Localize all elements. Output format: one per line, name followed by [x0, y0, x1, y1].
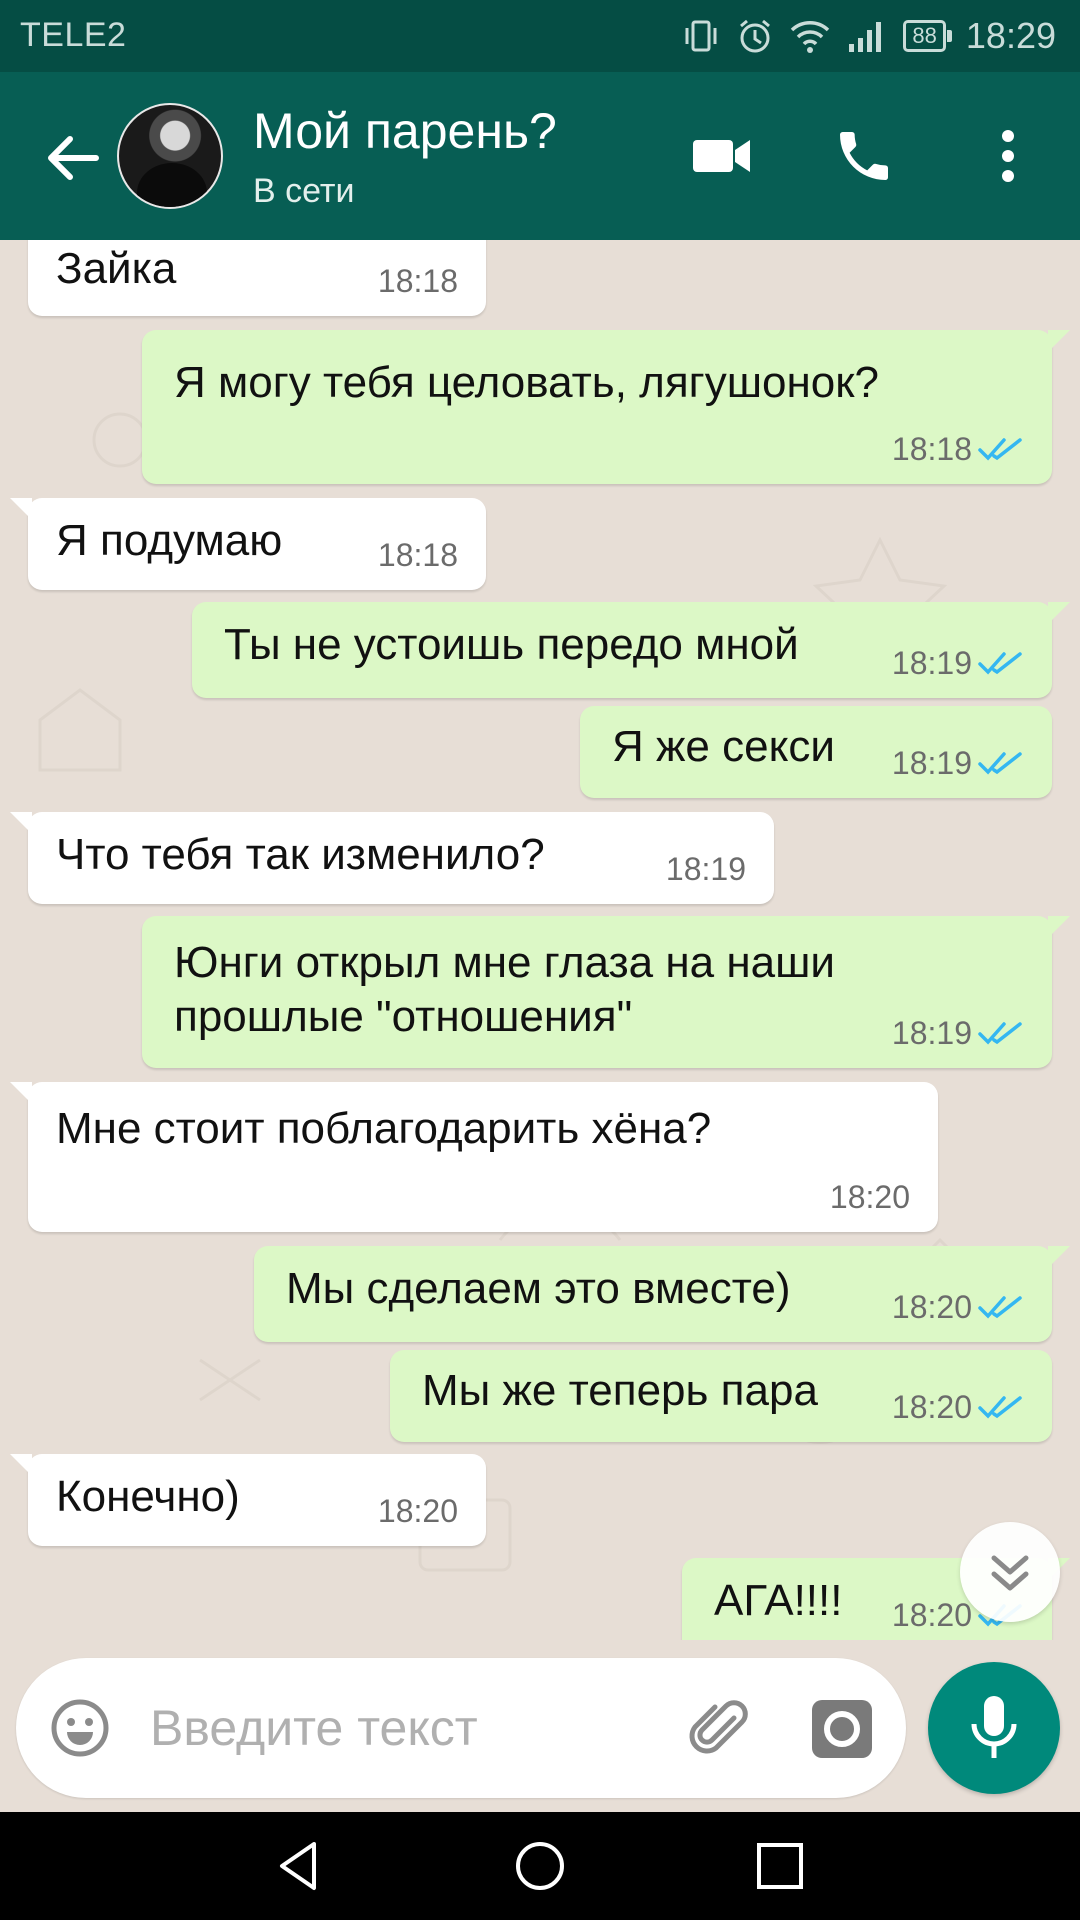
- message-incoming[interactable]: Что тебя так изменило? 18:19: [10, 812, 774, 904]
- scroll-to-bottom-button[interactable]: [960, 1522, 1060, 1622]
- read-ticks-icon: [978, 752, 1022, 775]
- message-meta: 18:18: [378, 254, 458, 308]
- video-call-icon[interactable]: [690, 126, 754, 186]
- message-text: Что тебя так изменило?: [56, 830, 545, 879]
- message-time: 18:20: [891, 1389, 972, 1425]
- message-incoming[interactable]: Я подумаю 18:18: [10, 498, 486, 590]
- wifi-icon: [791, 21, 830, 53]
- avatar[interactable]: [117, 103, 223, 209]
- message-meta: 18:19: [666, 842, 746, 896]
- message-meta: 18:18: [892, 422, 1024, 476]
- carrier-label: TELE2: [20, 16, 127, 54]
- voice-call-icon[interactable]: [832, 124, 896, 188]
- message-time: 18:18: [377, 537, 458, 573]
- message-meta: 18:20: [892, 1380, 1024, 1434]
- message-meta: 18:18: [378, 528, 458, 582]
- battery-icon: 88: [903, 20, 952, 52]
- message-text: Я подумаю: [56, 516, 283, 565]
- arrow-left-icon[interactable]: [40, 126, 104, 190]
- message-text: Ты не устоишь передо мной: [224, 620, 799, 669]
- signal-icon: [849, 22, 882, 52]
- message-outgoing[interactable]: Я же секси 18:19: [580, 706, 1052, 798]
- read-ticks-icon: [978, 1022, 1022, 1045]
- message-time: 18:20: [891, 1289, 972, 1325]
- message-text: Мы сделаем это вместе): [286, 1264, 791, 1313]
- message-meta: 18:20: [830, 1170, 910, 1224]
- read-ticks-icon: [978, 1296, 1022, 1319]
- message-text: Я же секси: [612, 722, 835, 771]
- message-input[interactable]: [150, 1688, 670, 1768]
- emoji-icon[interactable]: [50, 1698, 110, 1758]
- read-ticks-icon: [978, 438, 1022, 461]
- read-ticks-icon: [978, 652, 1022, 675]
- message-time: 18:19: [891, 745, 972, 781]
- message-outgoing[interactable]: Мы сделаем это вместе) 18:20: [254, 1246, 1070, 1342]
- message-time: 18:19: [891, 1015, 972, 1051]
- message-text: Зайка: [56, 244, 177, 293]
- mic-icon: [971, 1696, 1017, 1758]
- message-incoming[interactable]: Конечно) 18:20: [10, 1454, 486, 1546]
- message-meta: 18:19: [892, 1006, 1024, 1060]
- message-time: 18:18: [891, 431, 972, 467]
- message-outgoing[interactable]: Мы же теперь пара 18:20: [390, 1350, 1052, 1442]
- message-text: АГА!!!!: [714, 1576, 843, 1625]
- message-time: 18:19: [665, 851, 746, 887]
- chevron-double-down-icon: [991, 1555, 1029, 1591]
- message-text: Я могу тебя целовать, лягушонок?: [174, 358, 879, 407]
- system-nav-bar: [0, 1812, 1080, 1920]
- message-incoming[interactable]: Мне стоит поблагодарить хёна? 18:20: [10, 1082, 938, 1232]
- message-time: 18:19: [891, 645, 972, 681]
- message-meta: 18:19: [892, 736, 1024, 790]
- message-time: 18:20: [377, 1493, 458, 1529]
- contact-name[interactable]: Мой парень?: [253, 102, 557, 160]
- clock: 18:29: [965, 15, 1056, 56]
- composer-bar: [0, 1640, 1080, 1812]
- contact-status: В сети: [253, 172, 355, 210]
- message-list[interactable]: Зайка 18:18 Я могу тебя целовать, лягушо…: [0, 240, 1080, 1640]
- status-icons: 88 18:29: [681, 12, 1056, 60]
- paperclip-icon[interactable]: [688, 1696, 754, 1762]
- home-circle-icon[interactable]: [510, 1836, 570, 1896]
- message-text: Мы же теперь пара: [422, 1366, 818, 1415]
- back-triangle-icon[interactable]: [270, 1836, 330, 1896]
- chat-header: Мой парень? В сети: [0, 72, 1080, 240]
- message-meta: 18:20: [892, 1280, 1024, 1334]
- recents-square-icon[interactable]: [750, 1836, 810, 1896]
- composer-pill: [16, 1658, 906, 1798]
- message-time: 18:18: [377, 263, 458, 299]
- message-text: Юнги открыл мне глаза на наши прошлые "о…: [174, 938, 835, 1041]
- more-vert-icon[interactable]: [990, 126, 1026, 186]
- message-text: Конечно): [56, 1472, 240, 1521]
- message-outgoing[interactable]: Я могу тебя целовать, лягушонок? 18:18: [142, 330, 1070, 484]
- read-ticks-icon: [978, 1396, 1022, 1419]
- message-text: Мне стоит поблагодарить хёна?: [56, 1104, 712, 1153]
- message-time: 18:20: [829, 1179, 910, 1215]
- vibrate-icon: [685, 20, 717, 52]
- status-bar: TELE2 88 18:29: [0, 0, 1080, 72]
- message-meta: 18:19: [892, 636, 1024, 690]
- message-meta: 18:20: [378, 1484, 458, 1538]
- battery-level: 88: [903, 20, 946, 52]
- message-outgoing[interactable]: Ты не устоишь передо мной 18:19: [192, 602, 1070, 698]
- voice-record-button[interactable]: [928, 1662, 1060, 1794]
- message-outgoing[interactable]: Юнги открыл мне глаза на наши прошлые "о…: [142, 916, 1070, 1068]
- message-incoming[interactable]: Зайка 18:18: [28, 240, 486, 316]
- alarm-icon: [740, 19, 771, 53]
- camera-icon[interactable]: [810, 1698, 874, 1760]
